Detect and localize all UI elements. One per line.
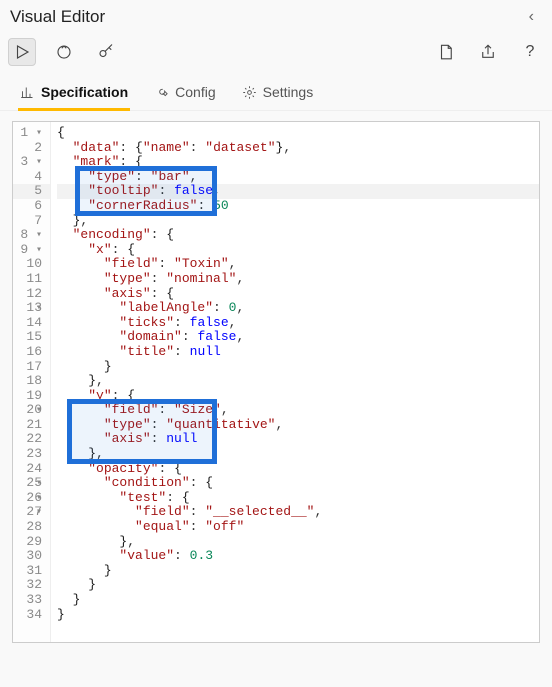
line-number: 11: [13, 272, 50, 287]
collapse-chevron-icon[interactable]: ‹: [523, 6, 540, 28]
code-line[interactable]: "labelAngle": 0,: [57, 301, 539, 316]
apply-button[interactable]: [8, 38, 36, 66]
line-number: 29: [13, 535, 50, 550]
code-line[interactable]: "tooltip": false,: [57, 184, 539, 199]
line-number: 18: [13, 374, 50, 389]
document-icon: [437, 43, 455, 61]
line-number: 13: [13, 301, 50, 316]
code-line[interactable]: "field": "__selected__",: [57, 505, 539, 520]
help-button[interactable]: ?: [516, 38, 544, 66]
code-line[interactable]: },: [57, 214, 539, 229]
line-number: 17: [13, 360, 50, 375]
code-line[interactable]: "equal": "off": [57, 520, 539, 535]
toolbar: ?: [0, 32, 552, 74]
gear-icon: [242, 85, 257, 100]
code-line[interactable]: "test": {: [57, 491, 539, 506]
titlebar: Visual Editor ‹: [0, 0, 552, 32]
line-number: 32: [13, 578, 50, 593]
code-line[interactable]: "mark": {: [57, 155, 539, 170]
code-line[interactable]: "x": {: [57, 243, 539, 258]
code-line[interactable]: "type": "bar",: [57, 170, 539, 185]
code-line[interactable]: }: [57, 360, 539, 375]
tab-specification[interactable]: Specification: [18, 78, 130, 110]
tab-bar: Specification Config Settings: [0, 74, 552, 111]
code-line[interactable]: }: [57, 593, 539, 608]
code-line[interactable]: "domain": false,: [57, 330, 539, 345]
line-number: 23: [13, 447, 50, 462]
code-line[interactable]: "axis": null: [57, 432, 539, 447]
code-line[interactable]: "field": "Size",: [57, 403, 539, 418]
tab-label: Settings: [263, 84, 314, 100]
tab-settings[interactable]: Settings: [240, 78, 316, 110]
line-number: 2: [13, 141, 50, 156]
line-number: 28: [13, 520, 50, 535]
line-number: 4: [13, 170, 50, 185]
line-number: 10: [13, 257, 50, 272]
line-number: 21: [13, 418, 50, 433]
code-line[interactable]: "condition": {: [57, 476, 539, 491]
tab-label: Config: [175, 84, 215, 100]
code-line[interactable]: "opacity": {: [57, 462, 539, 477]
fieldmap-button[interactable]: [92, 38, 120, 66]
line-number: 20: [13, 403, 50, 418]
autoformat-button[interactable]: [50, 38, 78, 66]
code-line[interactable]: "field": "Toxin",: [57, 257, 539, 272]
line-number: 9 ▾: [13, 243, 50, 258]
line-number: 12 ▾: [13, 287, 50, 302]
line-number: 31: [13, 564, 50, 579]
code-line[interactable]: }: [57, 564, 539, 579]
code-line[interactable]: }: [57, 608, 539, 623]
key-icon: [97, 43, 115, 61]
code-body[interactable]: { "data": {"name": "dataset"}, "mark": {…: [51, 122, 539, 642]
play-icon: [13, 43, 31, 61]
refresh-icon: [55, 43, 73, 61]
code-line[interactable]: },: [57, 374, 539, 389]
code-line[interactable]: "cornerRadius": 50: [57, 199, 539, 214]
line-number: 24 ▾: [13, 462, 50, 477]
line-number: 26 ▾: [13, 491, 50, 506]
line-number: 25 ▾: [13, 476, 50, 491]
line-number: 16: [13, 345, 50, 360]
code-line[interactable]: },: [57, 535, 539, 550]
line-number: 7: [13, 214, 50, 229]
code-line[interactable]: "y": {: [57, 389, 539, 404]
code-line[interactable]: "title": null: [57, 345, 539, 360]
code-line[interactable]: }: [57, 578, 539, 593]
line-number: 22: [13, 432, 50, 447]
code-line[interactable]: },: [57, 447, 539, 462]
code-line[interactable]: "value": 0.3: [57, 549, 539, 564]
line-gutter: 1 ▾23 ▾45678 ▾9 ▾101112 ▾13141516171819 …: [13, 122, 51, 642]
code-line[interactable]: "axis": {: [57, 287, 539, 302]
export-button[interactable]: [474, 38, 502, 66]
line-number: 15: [13, 330, 50, 345]
code-line[interactable]: {: [57, 126, 539, 141]
app-title: Visual Editor: [10, 7, 105, 27]
wrench-icon: [154, 85, 169, 100]
line-number: 30: [13, 549, 50, 564]
line-number: 19 ▾: [13, 389, 50, 404]
code-line[interactable]: "data": {"name": "dataset"},: [57, 141, 539, 156]
new-spec-button[interactable]: [432, 38, 460, 66]
code-line[interactable]: "type": "quantitative",: [57, 418, 539, 433]
line-number: 27: [13, 505, 50, 520]
line-number: 1 ▾: [13, 126, 50, 141]
line-number: 6: [13, 199, 50, 214]
line-number: 3 ▾: [13, 155, 50, 170]
line-number: 34: [13, 608, 50, 623]
code-editor[interactable]: 1 ▾23 ▾45678 ▾9 ▾101112 ▾13141516171819 …: [12, 121, 540, 643]
line-number: 14: [13, 316, 50, 331]
line-number: 8 ▾: [13, 228, 50, 243]
share-icon: [479, 43, 497, 61]
barchart-icon: [20, 85, 35, 100]
tab-config[interactable]: Config: [152, 78, 217, 110]
tab-label: Specification: [41, 84, 128, 100]
code-line[interactable]: "type": "nominal",: [57, 272, 539, 287]
line-number: 33: [13, 593, 50, 608]
line-number: 5: [13, 184, 50, 199]
code-line[interactable]: "encoding": {: [57, 228, 539, 243]
code-line[interactable]: "ticks": false,: [57, 316, 539, 331]
question-icon: ?: [526, 43, 535, 61]
